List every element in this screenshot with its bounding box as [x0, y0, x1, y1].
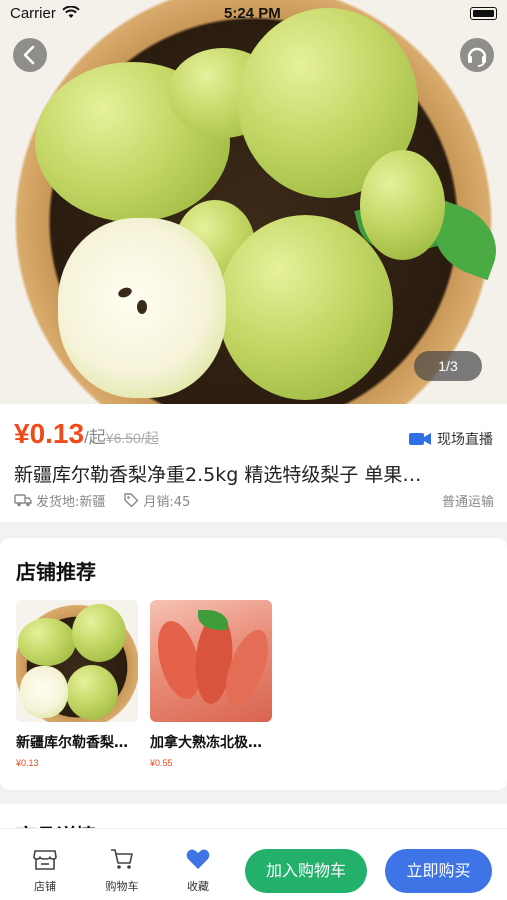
- headset-icon: [467, 47, 487, 67]
- store-icon: [33, 850, 57, 870]
- live-stream-label: 现场直播: [437, 432, 493, 448]
- tab-favorite[interactable]: 收藏: [170, 847, 226, 894]
- store-recommend-section: 店铺推荐 新疆库尔勒香梨… ¥0.13 加拿大熟冻北极… ¥0.55: [0, 538, 507, 790]
- cart-icon: [111, 849, 133, 869]
- carrier-label: Carrier: [10, 5, 56, 22]
- pear-seed: [137, 300, 147, 314]
- image-pager: 1/3: [414, 351, 482, 381]
- recommend-item-price: ¥0.13: [16, 758, 39, 768]
- recommend-item-price: ¥0.55: [150, 758, 173, 768]
- tab-label: 店铺: [34, 880, 56, 893]
- video-camera-icon: [409, 433, 431, 445]
- product-image-carousel[interactable]: [0, 0, 507, 404]
- sales-label: 月销:45: [143, 494, 191, 510]
- product-meta: 发货地:新疆 月销:45 普通运输: [14, 490, 494, 510]
- pear: [360, 150, 445, 260]
- product-info-card: ¥0.13/起¥6.50/起 现场直播 新疆库尔勒香梨净重2.5kg 精选特级梨…: [0, 404, 507, 522]
- truck-icon: [14, 494, 32, 507]
- tab-label: 购物车: [105, 880, 139, 893]
- price-row: ¥0.13/起¥6.50/起: [14, 418, 159, 454]
- sales-info: 月销:45: [123, 491, 190, 510]
- product-detail-page: Carrier 5:24 PM 1/3 ¥0.13/起¥6.50/起 现场直播 …: [0, 0, 507, 900]
- customer-service-button[interactable]: [460, 38, 494, 72]
- product-title: 新疆库尔勒香梨净重2.5kg 精选特级梨子 单果…: [14, 464, 422, 486]
- recommend-item-image: [16, 600, 138, 722]
- pear: [72, 604, 126, 662]
- pear: [218, 215, 393, 400]
- shipping-method: 普通运输: [441, 494, 494, 510]
- clock: 5:24 PM: [224, 5, 281, 22]
- pear: [66, 665, 118, 720]
- tab-store[interactable]: 店铺: [17, 847, 73, 894]
- back-button[interactable]: [13, 38, 47, 72]
- bottom-action-bar: 店铺 购物车 收藏 加入购物车 立即购买: [0, 828, 507, 900]
- heart-icon: [186, 849, 210, 869]
- cut-pear: [20, 666, 68, 718]
- recommend-item-name: 加拿大熟冻北极…: [150, 735, 262, 751]
- recommend-item-image: [150, 600, 272, 722]
- recommend-item[interactable]: 加拿大熟冻北极… ¥0.55: [150, 600, 272, 768]
- buy-now-button[interactable]: 立即购买: [385, 849, 492, 893]
- current-price: ¥0.13: [14, 418, 85, 449]
- price-suffix: /起: [84, 428, 106, 447]
- live-stream-link[interactable]: 现场直播: [409, 429, 493, 449]
- original-price: ¥6.50/起: [105, 430, 159, 446]
- tag-icon: [124, 493, 139, 508]
- tab-cart[interactable]: 购物车: [94, 847, 150, 894]
- recommend-item-name: 新疆库尔勒香梨…: [16, 735, 128, 751]
- add-to-cart-button[interactable]: 加入购物车: [245, 849, 367, 893]
- chevron-left-icon: [23, 45, 35, 65]
- battery-icon: [470, 7, 497, 20]
- status-bar: Carrier 5:24 PM: [0, 0, 507, 30]
- tab-label: 收藏: [187, 880, 209, 893]
- origin-info: 发货地:新疆: [14, 491, 105, 510]
- pear: [18, 618, 76, 666]
- wifi-icon: [62, 6, 80, 18]
- recommend-item[interactable]: 新疆库尔勒香梨… ¥0.13: [16, 600, 138, 768]
- origin-label: 发货地:新疆: [36, 494, 106, 510]
- section-title: 店铺推荐: [16, 560, 96, 584]
